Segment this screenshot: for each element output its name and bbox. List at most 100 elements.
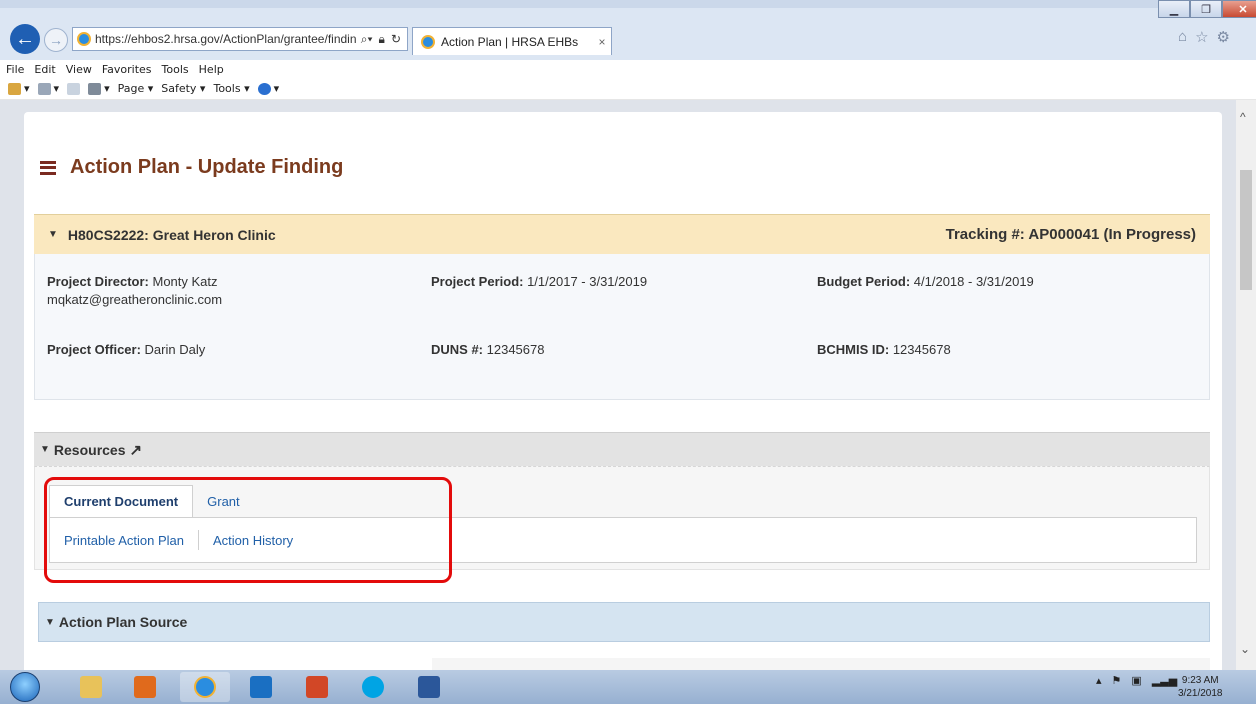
taskbar-media[interactable] (120, 672, 170, 702)
budget-period: Budget Period: 4/1/2018 - 3/31/2019 (817, 274, 1034, 289)
page-viewport: Action Plan - Update Finding ▼ H80CS2222… (0, 100, 1236, 670)
close-window-button[interactable]: ✕ (1222, 0, 1256, 18)
lock-icon[interactable]: 🔒︎ (379, 32, 385, 47)
home-icon[interactable]: ⌂ (1178, 28, 1187, 46)
menu-view[interactable]: View (66, 63, 92, 76)
external-link-icon[interactable]: ↗ (130, 441, 143, 459)
collapse-triangle-icon[interactable]: ▼ (48, 229, 58, 240)
budget-period-label: Budget Period: (817, 274, 911, 289)
menu-edit[interactable]: Edit (34, 63, 55, 76)
project-period-value: 1/1/2017 - 3/31/2019 (523, 274, 648, 289)
tracking-number: Tracking #: AP000041 (In Progress) (945, 226, 1196, 243)
page-title-row: Action Plan - Update Finding (40, 156, 343, 179)
maximize-button[interactable]: ❐ (1190, 0, 1222, 18)
internet-explorer-icon (194, 676, 216, 698)
search-icon[interactable]: ⌕▾ (361, 32, 373, 47)
page-title: Action Plan - Update Finding (70, 156, 344, 178)
page-card: Action Plan - Update Finding ▼ H80CS2222… (24, 112, 1222, 670)
project-period-label: Project Period: (431, 274, 524, 289)
duns-number: DUNS #: 12345678 (431, 342, 544, 357)
address-bar-icons: ⌕▾ 🔒︎ ↻ (361, 32, 407, 47)
folder-icon (80, 676, 102, 698)
scroll-thumb[interactable] (1240, 170, 1252, 290)
signal-icon[interactable]: ▂▃▅ (1152, 674, 1177, 687)
taskbar-explorer[interactable] (66, 672, 116, 702)
address-bar[interactable]: https://ehbos2.hrsa.gov/ActionPlan/grant… (72, 27, 408, 51)
back-button[interactable]: ← (10, 24, 40, 54)
taskbar-skype[interactable] (348, 672, 398, 702)
action-plan-source-header[interactable]: ▼ Action Plan Source (38, 602, 1210, 642)
network-icon[interactable]: ▣ (1131, 674, 1141, 687)
tab-close-icon[interactable]: × (593, 35, 611, 49)
powerpoint-icon (306, 676, 328, 698)
project-officer: Project Officer: Darin Daly (47, 342, 205, 357)
resources-header[interactable]: ▼ Resources ↗ (34, 432, 1210, 466)
page-menu[interactable]: Page ▾ (118, 82, 154, 95)
home-icon (8, 82, 21, 95)
tab-favicon-icon (421, 34, 435, 49)
taskbar-outlook[interactable] (236, 672, 286, 702)
project-officer-label: Project Officer: (47, 342, 141, 357)
taskbar-word[interactable] (404, 672, 454, 702)
address-url[interactable]: https://ehbos2.hrsa.gov/ActionPlan/grant… (95, 32, 361, 46)
window-controls: ▁ ❐ ✕ (1158, 0, 1256, 20)
menu-help[interactable]: Help (199, 63, 224, 76)
taskbar-ie[interactable] (180, 672, 230, 702)
clock-time: 9:23 AM (1181, 675, 1219, 686)
project-officer-value: Darin Daly (140, 342, 206, 357)
project-director: Project Director: Monty Katz mqkatz@grea… (47, 274, 222, 307)
print-command[interactable]: ▾ (88, 82, 110, 95)
clock-date: 3/21/2018 (1178, 688, 1223, 699)
grantee-name-group: ▼ H80CS2222: Great Heron Clinic (48, 227, 276, 243)
refresh-icon[interactable]: ↻ (391, 32, 401, 47)
windows-taskbar: ▴ ⚑ ▣ ▂▃▅ 9:23 AM 3/21/2018 (0, 670, 1256, 704)
taskbar-powerpoint[interactable] (292, 672, 342, 702)
help-icon (257, 82, 271, 95)
action-history-link[interactable]: Action History (199, 533, 307, 548)
system-clock[interactable]: 9:23 AM 3/21/2018 (1178, 674, 1223, 700)
system-tray: ▴ ⚑ ▣ ▂▃▅ (1096, 674, 1177, 687)
tab-grant[interactable]: Grant (193, 485, 254, 517)
collapse-triangle-icon[interactable]: ▼ (40, 444, 50, 455)
project-director-email: mqkatz@greatheronclinic.com (47, 292, 223, 307)
titlebar-strip (0, 0, 1256, 8)
duns-label: DUNS #: (431, 342, 484, 357)
project-director-label: Project Director: (47, 274, 149, 289)
minimize-button[interactable]: ▁ (1158, 0, 1190, 18)
favorites-star-icon[interactable]: ☆ (1195, 28, 1208, 46)
tools-menu[interactable]: Tools ▾ (213, 82, 249, 95)
hamburger-icon[interactable] (40, 160, 56, 175)
home-command[interactable]: ▾ (8, 82, 30, 95)
scroll-up-icon[interactable]: ^ (1240, 110, 1246, 124)
menu-file[interactable]: File (6, 63, 24, 76)
scroll-down-icon[interactable]: ⌄ (1240, 642, 1250, 656)
vertical-scrollbar[interactable]: ^ ⌄ (1236, 100, 1256, 670)
settings-gear-icon[interactable]: ⚙ (1217, 28, 1230, 46)
forward-button[interactable]: → (44, 28, 68, 52)
flag-icon[interactable]: ⚑ (1112, 674, 1122, 687)
menu-bar: File Edit View Favorites Tools Help (0, 60, 1256, 78)
mail-command[interactable] (67, 82, 81, 95)
command-bar: ▾ ▾ ▾ Page ▾ Safety ▾ Tools ▾ ▾ (0, 78, 1256, 100)
resources-body: Current Document Grant Printable Action … (34, 466, 1210, 570)
start-button[interactable] (10, 672, 40, 702)
collapse-triangle-icon[interactable]: ▼ (45, 617, 55, 628)
resources-label: Resources (53, 441, 126, 458)
tab-title: Action Plan | HRSA EHBs (441, 34, 579, 49)
forward-arrow-icon: → (49, 32, 63, 48)
action-plan-source-group: ▼ Action Plan Source (45, 614, 187, 630)
browser-tab[interactable]: Action Plan | HRSA EHBs × (412, 27, 612, 55)
tray-expand-icon[interactable]: ▴ (1096, 674, 1102, 687)
menu-favorites[interactable]: Favorites (102, 63, 152, 76)
help-command[interactable]: ▾ (257, 82, 279, 95)
menu-tools[interactable]: Tools (162, 63, 189, 76)
tab-current-document[interactable]: Current Document (49, 485, 194, 517)
feeds-command[interactable]: ▾ (37, 82, 59, 95)
media-player-icon (134, 676, 156, 698)
printable-action-plan-link[interactable]: Printable Action Plan (50, 533, 198, 548)
safety-menu[interactable]: Safety ▾ (161, 82, 205, 95)
bchmis-label: BCHMIS ID: (817, 342, 890, 357)
skype-icon (362, 676, 384, 698)
grantee-header[interactable]: ▼ H80CS2222: Great Heron Clinic Tracking… (34, 214, 1210, 254)
project-director-value: Monty Katz (148, 274, 218, 289)
